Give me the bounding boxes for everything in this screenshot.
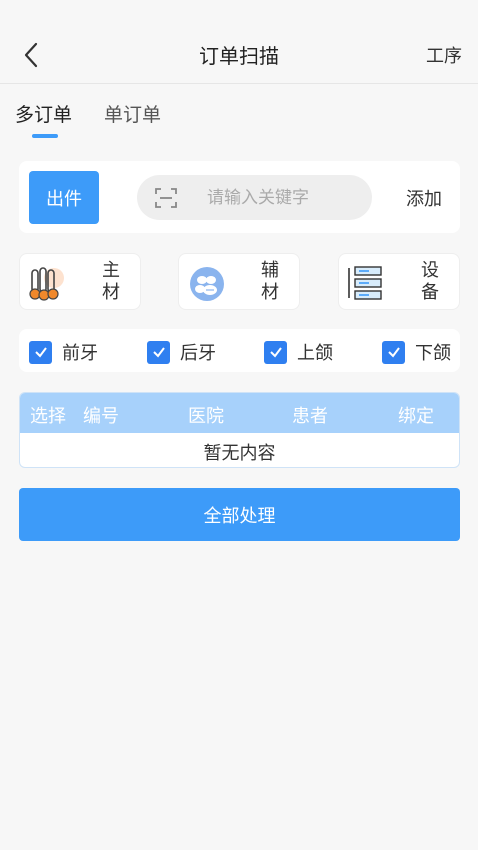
filter-back-teeth[interactable]: 后牙 (147, 339, 216, 365)
column-header-bind: 绑定 (398, 406, 434, 427)
empty-state: 暂无内容 (203, 443, 276, 464)
main-material-label: 主材 (102, 260, 120, 303)
tab-multi-order[interactable]: 多订单 (15, 100, 72, 127)
order-table: 选择 编号 医院 患者 绑定 暂无内容 (19, 392, 460, 468)
search-box (137, 175, 372, 220)
filter-label: 上颌 (297, 343, 333, 364)
tooth-filter-card: 前牙 后牙 上颌 下颌 (19, 329, 460, 372)
order-tabs: 多订单 单订单 (0, 96, 478, 144)
filter-lower-jaw[interactable]: 下颌 (382, 339, 451, 365)
column-header-select: 选择 (30, 406, 66, 427)
filter-front-teeth[interactable]: 前牙 (29, 339, 98, 365)
auxiliary-material-card[interactable]: 辅材 (178, 253, 300, 310)
table-header: 选择 编号 医院 患者 绑定 (20, 393, 459, 433)
checkbox-checked-icon[interactable] (382, 340, 405, 364)
tab-single-order[interactable]: 单订单 (104, 100, 161, 127)
search-input[interactable] (207, 187, 367, 208)
out-button[interactable]: 出件 (29, 171, 99, 224)
auxiliary-material-icon (190, 267, 224, 301)
add-button[interactable]: 添加 (406, 185, 442, 211)
checkbox-checked-icon[interactable] (147, 340, 170, 364)
filter-label: 后牙 (180, 343, 216, 364)
filter-label: 前牙 (62, 343, 98, 364)
checkbox-checked-icon[interactable] (264, 340, 287, 364)
main-material-card[interactable]: 主材 (19, 253, 141, 310)
active-tab-indicator (32, 134, 58, 138)
scan-card: 出件 添加 (19, 161, 460, 233)
column-header-patient: 患者 (292, 406, 328, 427)
main-material-icon (29, 267, 64, 301)
column-header-hospital: 医院 (188, 406, 224, 427)
checkbox-checked-icon[interactable] (29, 340, 52, 364)
column-header-number: 编号 (83, 406, 119, 427)
process-step-button[interactable]: 工序 (426, 42, 462, 68)
app-header: 订单扫描 工序 (0, 0, 478, 84)
filter-label: 下颌 (415, 343, 451, 364)
auxiliary-material-label: 辅材 (261, 260, 279, 303)
scan-icon[interactable] (155, 187, 177, 209)
page-title: 订单扫描 (199, 44, 279, 68)
equipment-server-icon (348, 266, 382, 300)
filter-upper-jaw[interactable]: 上颌 (264, 339, 333, 365)
equipment-card[interactable]: 设备 (338, 253, 460, 310)
equipment-label: 设备 (421, 260, 439, 303)
process-all-button[interactable]: 全部处理 (19, 488, 460, 541)
